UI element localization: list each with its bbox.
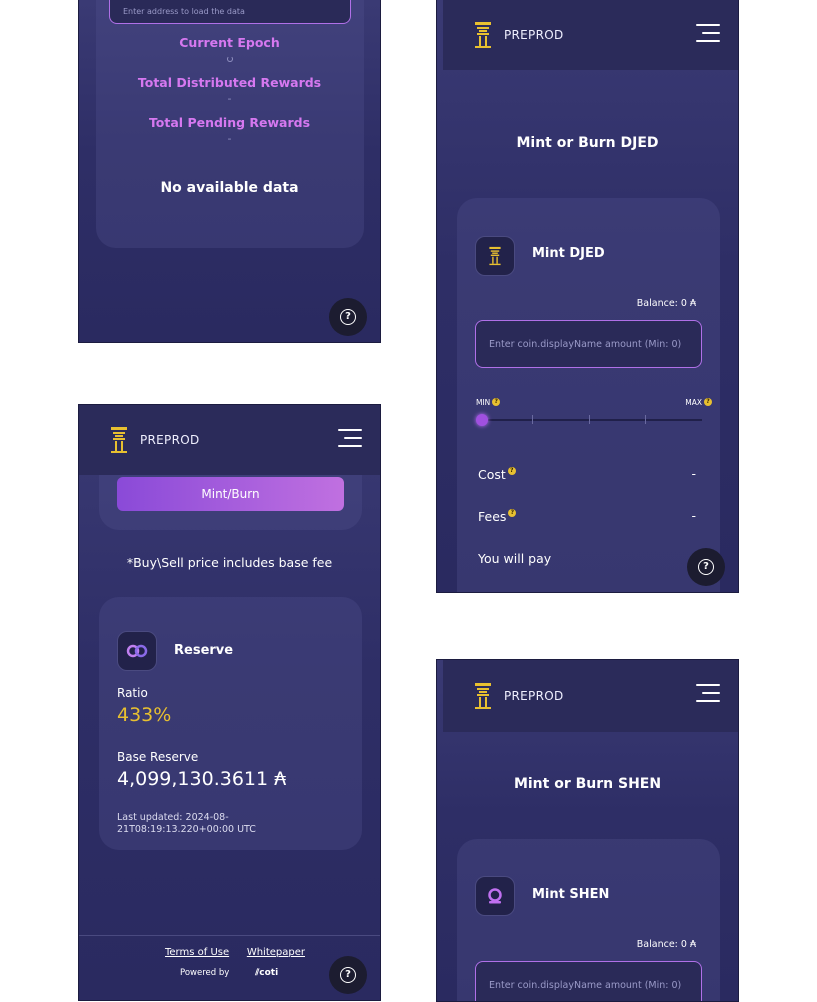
slider-max-text: MAX xyxy=(685,398,702,407)
card-title: Mint SHEN xyxy=(532,887,610,902)
whitepaper-link[interactable]: Whitepaper xyxy=(247,947,305,958)
slider-tick xyxy=(532,415,533,424)
hamburger-menu-icon[interactable] xyxy=(336,427,362,449)
fees-label-text: Fees xyxy=(478,509,507,524)
footer-divider xyxy=(79,935,380,936)
hamburger-menu-icon[interactable] xyxy=(694,22,720,44)
mint-burn-button[interactable]: Mint/Burn xyxy=(117,477,344,511)
amount-slider[interactable] xyxy=(476,414,702,426)
hamburger-menu-icon[interactable] xyxy=(694,682,720,704)
djed-coin-icon-box xyxy=(475,236,515,276)
cost-label-text: Cost xyxy=(478,467,506,482)
price-note: *Buy\Sell price includes base fee xyxy=(126,555,333,570)
slider-tick xyxy=(589,415,590,424)
screenshot-reserve: Mint/Burn PREPROD *Buy\Sell price includ… xyxy=(78,404,381,1001)
current-epoch-value xyxy=(79,52,380,65)
card-title: Mint DJED xyxy=(532,246,605,261)
address-input-placeholder: Enter address to load the data xyxy=(123,7,245,16)
total-pending-label: Total Pending Rewards xyxy=(148,115,311,130)
amount-input[interactable]: Enter coin.displayName amount (Min: 0) xyxy=(475,961,702,1001)
ratio-label: Ratio xyxy=(117,686,148,700)
question-icon: ? xyxy=(698,559,714,575)
slider-max-label: MAX? xyxy=(685,398,712,407)
screenshot-rewards: Enter address to load the data Current E… xyxy=(78,0,381,343)
screenshot-mint-djed: PREPROD Mint or Burn DJED Mint DJED Bala… xyxy=(436,0,739,593)
balance-text: Balance: 0 ₳ xyxy=(636,298,696,309)
djed-logo-icon xyxy=(111,427,127,453)
loading-spinner-icon xyxy=(226,56,233,62)
terms-of-use-link[interactable]: Terms of Use xyxy=(165,947,229,958)
amount-input-placeholder: Enter coin.displayName amount (Min: 0) xyxy=(489,979,682,991)
help-button[interactable]: ? xyxy=(329,298,367,336)
cost-help-icon[interactable]: ? xyxy=(507,467,516,475)
help-button[interactable]: ? xyxy=(687,548,725,586)
app-header: PREPROD xyxy=(79,405,380,475)
current-epoch-label: Current Epoch xyxy=(179,35,280,50)
screenshot-mint-shen: PREPROD Mint or Burn SHEN Mint SHEN Bala… xyxy=(436,659,739,1002)
page-title: Mint or Burn DJED xyxy=(516,135,659,151)
network-label: PREPROD xyxy=(504,28,564,42)
no-data-message: No available data xyxy=(160,180,299,196)
slider-min-text: MIN xyxy=(476,398,491,407)
app-header: PREPROD xyxy=(443,660,738,732)
total-distributed-label: Total Distributed Rewards xyxy=(137,75,322,90)
app-header: PREPROD xyxy=(443,0,738,70)
shen-coin-icon-box xyxy=(475,876,515,916)
page-title: Mint or Burn SHEN xyxy=(513,776,662,792)
powered-by-text: Powered by xyxy=(180,968,230,978)
djed-logo-icon xyxy=(475,683,491,709)
fees-help-icon[interactable]: ? xyxy=(508,509,517,517)
total-pending-value: - xyxy=(227,132,232,145)
cost-label: Cost? xyxy=(478,467,516,482)
coti-brand-text: coti xyxy=(259,968,279,978)
mint-burn-button-label: Mint/Burn xyxy=(201,487,260,501)
max-help-icon[interactable]: ? xyxy=(704,398,712,406)
balance-text: Balance: 0 ₳ xyxy=(636,939,696,950)
amount-input[interactable]: Enter coin.displayName amount (Min: 0) xyxy=(475,320,702,368)
total-distributed-value: - xyxy=(227,92,232,105)
djed-coin-icon xyxy=(489,246,501,266)
ratio-value: 433% xyxy=(117,704,172,726)
reserve-icon-box xyxy=(117,631,157,671)
fees-value: - xyxy=(691,508,696,523)
last-updated: Last updated: 2024-08-21T08:19:13.220+00… xyxy=(117,812,256,835)
slider-handle[interactable] xyxy=(476,414,488,426)
reserve-icon xyxy=(126,644,148,658)
network-label: PREPROD xyxy=(504,689,564,703)
slider-tick xyxy=(645,415,646,424)
question-icon: ? xyxy=(340,967,356,983)
slider-min-label: MIN? xyxy=(476,398,501,407)
coti-logo-icon: ⫽coti xyxy=(255,968,279,978)
you-will-pay-label: You will pay xyxy=(478,551,552,566)
reserve-title: Reserve xyxy=(174,643,234,658)
network-label: PREPROD xyxy=(140,433,200,447)
base-reserve-label: Base Reserve xyxy=(117,750,199,764)
powered-by: Powered by ⫽coti xyxy=(180,968,278,978)
shen-coin-icon xyxy=(488,888,502,904)
help-button[interactable]: ? xyxy=(329,956,367,994)
question-icon: ? xyxy=(340,309,356,325)
cost-value: - xyxy=(691,466,696,481)
fees-label: Fees? xyxy=(478,509,517,524)
base-reserve-value: 4,099,130.3611 ₳ xyxy=(117,768,287,790)
djed-logo-icon xyxy=(475,22,491,48)
footer-links: Terms of Use Whitepaper xyxy=(165,947,305,958)
address-input[interactable]: Enter address to load the data xyxy=(109,0,351,24)
min-help-icon[interactable]: ? xyxy=(492,398,501,406)
amount-input-placeholder: Enter coin.displayName amount (Min: 0) xyxy=(489,338,682,350)
